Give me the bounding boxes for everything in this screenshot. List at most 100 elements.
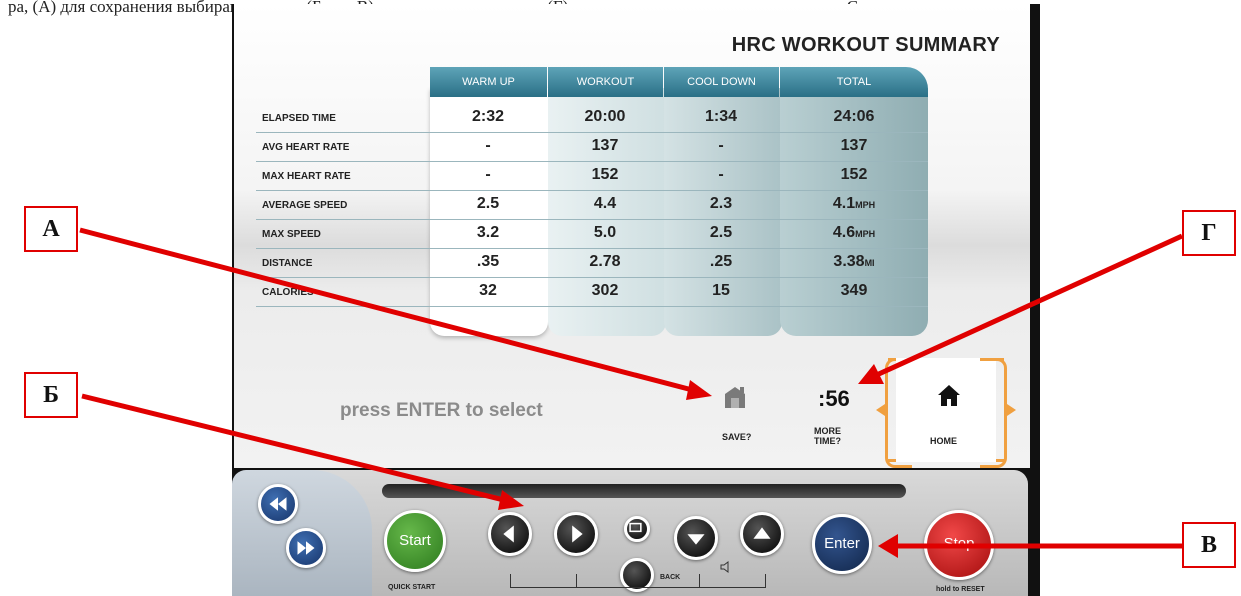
table-row: ELAPSED TIME 2:32 20:00 1:34 24:06 — [256, 104, 928, 133]
table-cell: 24:06 — [794, 108, 914, 126]
cell-value: - — [718, 137, 724, 154]
column-header-warmup: WARM UP — [430, 67, 547, 97]
table-cell: 32 — [428, 282, 548, 300]
start-button[interactable]: Start — [384, 510, 446, 572]
left-arrow-icon — [503, 525, 514, 543]
cell-value: 152 — [591, 166, 619, 183]
right-button[interactable] — [554, 512, 598, 556]
fast-forward-button[interactable] — [286, 528, 326, 568]
control-panel: Start QUICK START BACK Enter Stop hold t… — [232, 470, 1028, 596]
table-cell: 302 — [545, 282, 665, 300]
left-button[interactable] — [488, 512, 532, 556]
table-cell: .25 — [661, 253, 781, 271]
home-label: HOME — [930, 436, 957, 446]
up-arrow-icon — [753, 527, 771, 539]
table-row: AVERAGE SPEED 2.5 4.4 2.3 4.1MPH — [256, 191, 928, 220]
row-label: AVERAGE SPEED — [262, 200, 348, 211]
hold-reset-label: hold to RESET — [936, 586, 985, 593]
table-row: MAX SPEED 3.2 5.0 2.5 4.6MPH — [256, 220, 928, 249]
table-cell: 4.1MPH — [794, 195, 914, 213]
down-arrow-icon — [687, 534, 705, 545]
save-label: SAVE? — [722, 432, 752, 442]
more-time-line1: MORE — [814, 426, 841, 436]
callout-b: Б — [24, 372, 78, 418]
cell-value: 5.0 — [593, 224, 617, 241]
cell-value: 4.4 — [593, 195, 617, 212]
home-panel: HOME — [896, 358, 996, 462]
countdown-timer: :56 — [818, 386, 850, 411]
cell-unit: MPH — [855, 200, 876, 210]
cell-unit: MPH — [855, 229, 876, 239]
cell-value: 32 — [479, 282, 497, 299]
table-cell: 5.0 — [545, 224, 665, 242]
cell-value: 2.78 — [589, 253, 621, 270]
table-cell: 20:00 — [545, 108, 665, 126]
column-header-workout: WORKOUT — [548, 67, 663, 97]
rewind-icon — [269, 497, 287, 511]
arrow-right-icon[interactable] — [1004, 402, 1016, 418]
table-row: DISTANCE .35 2.78 .25 3.38MI — [256, 249, 928, 278]
table-cell: 349 — [794, 282, 914, 300]
cell-value: 2.3 — [709, 195, 733, 212]
more-time-line2: TIME? — [814, 436, 841, 446]
table-cell: 137 — [545, 137, 665, 155]
start-label: Start — [399, 532, 431, 549]
callout-a: А — [24, 206, 78, 252]
stop-button[interactable]: Stop — [924, 510, 994, 580]
table-cell: - — [428, 166, 548, 184]
cell-value: 349 — [840, 282, 868, 299]
cell-value: .25 — [709, 253, 733, 270]
cell-value: 3.38 — [833, 253, 865, 270]
down-button[interactable] — [674, 516, 718, 560]
table-cell: 137 — [794, 137, 914, 155]
enter-label: Enter — [824, 535, 860, 552]
table-cell: 1:34 — [661, 108, 781, 126]
cell-value: .35 — [476, 253, 500, 270]
display-slot — [382, 484, 906, 498]
home-selector[interactable]: HOME — [885, 358, 1007, 468]
cell-value: 302 — [591, 282, 619, 299]
cell-value: 1:34 — [704, 108, 738, 125]
table-row: CALORIES 32 302 15 349 — [256, 278, 928, 307]
row-label: ELAPSED TIME — [262, 113, 336, 124]
cell-value: 4.1 — [832, 195, 856, 212]
column-header-cooldown: COOL DOWN — [664, 67, 779, 97]
table-cell: 152 — [794, 166, 914, 184]
table-cell: 2.5 — [661, 224, 781, 242]
table-cell: - — [661, 137, 781, 155]
page-title: HRC WORKOUT SUMMARY — [731, 34, 1000, 56]
cell-value: 24:06 — [833, 108, 875, 125]
rewind-button[interactable] — [258, 484, 298, 524]
table-cell: 152 — [545, 166, 665, 184]
table-cell: 2:32 — [428, 108, 548, 126]
cell-value: 3.2 — [476, 224, 500, 241]
cell-value: 137 — [840, 137, 868, 154]
row-label: MAX HEART RATE — [262, 171, 351, 182]
fast-forward-icon — [297, 541, 315, 555]
table-cell: - — [661, 166, 781, 184]
save-icon[interactable] — [722, 384, 748, 410]
up-button[interactable] — [740, 512, 784, 556]
right-arrow-icon — [572, 525, 583, 543]
table-cell: 4.6MPH — [794, 224, 914, 242]
table-cell: 4.4 — [545, 195, 665, 213]
table-cell: 3.38MI — [794, 253, 914, 271]
column-header-total: TOTAL — [780, 67, 928, 97]
cell-value: 4.6 — [832, 224, 856, 241]
cell-value: 152 — [840, 166, 868, 183]
table-cell: 15 — [661, 282, 781, 300]
table-row: MAX HEART RATE - 152 - 152 — [256, 162, 928, 191]
cell-value: 2:32 — [471, 108, 505, 125]
cell-value: - — [718, 166, 724, 183]
table-cell: - — [428, 137, 548, 155]
stop-label: Stop — [943, 535, 975, 552]
cell-value: 2.5 — [709, 224, 733, 241]
table-row: AVG HEART RATE - 137 - 137 — [256, 133, 928, 162]
table-cell: .35 — [428, 253, 548, 271]
callout-c: В — [1182, 522, 1236, 568]
enter-button[interactable]: Enter — [812, 514, 872, 574]
tv-button[interactable] — [624, 516, 650, 542]
cell-unit: MI — [864, 258, 875, 268]
cell-value: - — [485, 166, 491, 183]
treadmill-console: HRC WORKOUT SUMMARY WARM UP WORKOUT COOL… — [232, 4, 1040, 596]
